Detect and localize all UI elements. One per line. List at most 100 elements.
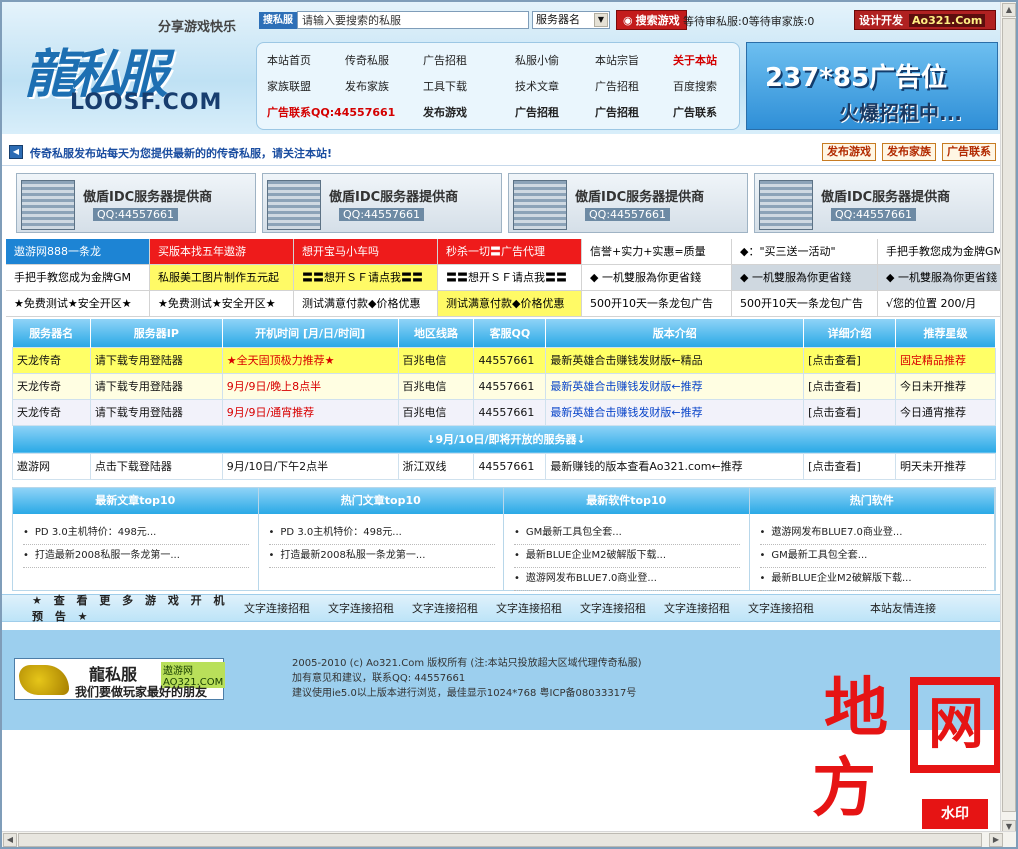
list-item[interactable]: 最新BLUE企业M2破解版下载... [759,568,986,591]
footer-logo[interactable]: 龍私服 遨游网 AO321.COM 我们要做玩家最好的朋友 [14,658,226,700]
table-cell: 9月/10日/下午2点半 [221,452,399,480]
search-button[interactable]: ◉ 搜索游戏 [616,10,687,30]
table-cell[interactable]: 天龙传奇 [12,398,91,426]
nav-item[interactable]: 发布家族 [345,77,423,103]
text-link[interactable]: 〓〓想开ＳＦ请点我〓〓 [438,265,582,290]
text-link[interactable]: 〓〓想开ＳＦ请点我〓〓 [294,265,438,290]
text-link[interactable]: 测试满意付款◆价格优惠 [294,291,438,316]
text-ad-link[interactable]: 文字连接招租 [748,600,832,616]
list-item[interactable]: PD 3.0主机特价：498元... [268,522,495,545]
banner-ad[interactable]: 237*85广告位 火爆招租中... [746,42,998,130]
top10-title[interactable]: 最新文章top10 [13,488,258,514]
top10-title[interactable]: 热门文章top10 [258,488,503,514]
detail-link[interactable]: [点击查看] [803,372,897,400]
text-link[interactable]: 遨游网888一条龙 [6,239,150,264]
text-ad-link[interactable]: 文字连接招租 [412,600,496,616]
ad-contact-button[interactable]: 广告联系 [942,143,996,161]
table-cell[interactable]: 请下载专用登陆器 [89,372,223,400]
list-item[interactable]: PD 3.0主机特价：498元... [23,522,249,545]
top10-title[interactable]: 热门软件 [749,488,994,514]
list-item[interactable]: 打造最新2008私服一条龙第一... [268,545,495,568]
list-item[interactable]: 遨游网发布BLUE7.0商业登... [514,568,740,591]
text-link[interactable]: ★免费测试★安全开区★ [6,291,150,316]
nav-item[interactable]: 家族联盟 [267,77,345,103]
text-link[interactable]: 想开宝马小车吗 [294,239,438,264]
list-item[interactable]: 打造最新2008私服一条龙第一... [23,545,249,568]
nav-item[interactable]: 关于本站 [673,51,745,77]
nav-item[interactable]: 广告招租 [515,103,595,129]
nav-item[interactable]: 本站宗旨 [595,51,673,77]
top10-title[interactable]: 最新软件top10 [504,488,749,514]
table-cell: 最新英雄合击赚钱发财版←推荐 [545,372,805,400]
nav-item[interactable]: 广告联系 [673,103,745,129]
text-ad-link[interactable]: 文字连接招租 [580,600,664,616]
scroll-right-icon[interactable]: ▶ [989,833,1003,847]
idc-ad[interactable]: 傲盾IDC服务器提供商 QQ:44557661 [754,173,994,233]
footer-logo-slogan: 我们要做玩家最好的朋友 [75,685,208,699]
nav-item[interactable]: 技术文章 [515,77,595,103]
text-ad-link[interactable]: 文字连接招租 [244,600,328,616]
idc-ad[interactable]: 傲盾IDC服务器提供商 QQ:44557661 [16,173,256,233]
text-link[interactable]: ★免费测试★安全开区★ [150,291,294,316]
table-cell[interactable]: 点击下载登陆器 [89,452,223,480]
text-link[interactable]: ◆："买三送一活动" [732,239,878,264]
friend-links[interactable]: 本站友情连接 [870,600,936,616]
idc-ad[interactable]: 傲盾IDC服务器提供商 QQ:44557661 [508,173,748,233]
text-link[interactable]: √您的位置 200/月 [878,291,1002,316]
text-link[interactable]: ◆ 一机雙服為你更省錢 [878,265,1002,290]
horizontal-scrollbar[interactable]: ◀ ▶ [2,831,1016,847]
text-ad-link[interactable]: 文字连接招租 [328,600,412,616]
site-logo[interactable]: 分享游戏快乐 龍私服 LOOSF.COM [8,10,248,128]
scroll-up-icon[interactable]: ▲ [1002,3,1016,17]
list-item[interactable]: 遨游网发布BLUE7.0商业登... [759,522,986,545]
text-link[interactable]: 手把手教您成为金牌GM [6,265,150,290]
detail-link[interactable]: [点击查看] [803,346,897,374]
table-cell[interactable]: 遨游网 [12,452,91,480]
text-link[interactable]: 500开10天一条龙包广告 [732,291,878,316]
text-ad-link[interactable]: 文字连接招租 [496,600,580,616]
table-cell: 44557661 [473,372,547,400]
vertical-scrollbar[interactable]: ▲ ▼ [1000,2,1016,835]
text-link[interactable]: 测试满意付款◆价格优惠 [438,291,582,316]
design-badge[interactable]: 设计开发 Ao321.Com [854,10,996,30]
list-item[interactable]: GM最新工具包全套... [514,522,740,545]
scroll-left-icon[interactable]: ◀ [3,833,17,847]
text-ad-link[interactable]: 文字连接招租 [664,600,748,616]
table-cell[interactable]: 请下载专用登陆器 [89,398,223,426]
more-games-link[interactable]: ★ 查 看 更 多 游 戏 开 机 预 告 ★ [32,592,244,624]
detail-link[interactable]: [点击查看] [803,398,897,426]
nav-item[interactable]: 百度搜索 [673,77,745,103]
nav-item[interactable]: 发布游戏 [423,103,515,129]
nav-item[interactable]: 传奇私服 [345,51,423,77]
list-item[interactable]: 最新BLUE企业M2破解版下载... [514,545,740,568]
text-link[interactable]: 500开10天一条龙包广告 [582,291,732,316]
publish-game-button[interactable]: 发布游戏 [822,143,876,161]
text-link[interactable]: 信誉+实力+实惠=质量 [582,239,732,264]
search-input[interactable] [297,11,529,29]
server-select[interactable]: 服务器名 ▼ [532,11,610,29]
nav-item[interactable]: 广告招租 [595,103,673,129]
idc-ad[interactable]: 傲盾IDC服务器提供商 QQ:44557661 [262,173,502,233]
text-link[interactable]: ◆ 一机雙服為你更省錢 [582,265,732,290]
nav-item[interactable]: 广告联系QQ:44557661 [267,103,423,129]
publish-family-button[interactable]: 发布家族 [882,143,936,161]
vertical-scroll-thumb[interactable] [1002,18,1016,812]
table-cell: 9月/9日/通宵推荐 [221,398,399,426]
text-link[interactable]: ◆ 一机雙服為你更省錢 [732,265,878,290]
text-link[interactable]: 手把手教您成为金牌GM [878,239,1002,264]
nav-item[interactable]: 广告招租 [423,51,515,77]
detail-link[interactable]: [点击查看] [803,452,897,480]
text-link[interactable]: 买版本找五年遨游 [150,239,294,264]
chevron-down-icon[interactable]: ▼ [594,13,608,27]
nav-item[interactable]: 本站首页 [267,51,345,77]
horizontal-scroll-thumb[interactable] [18,833,982,847]
nav-item[interactable]: 私服小偷 [515,51,595,77]
table-cell[interactable]: 请下载专用登陆器 [89,346,223,374]
nav-item[interactable]: 工具下载 [423,77,515,103]
table-cell[interactable]: 天龙传奇 [12,372,91,400]
table-cell[interactable]: 天龙传奇 [12,346,91,374]
nav-item[interactable]: 广告招租 [595,77,673,103]
text-link[interactable]: 私服美工图片制作五元起 [150,265,294,290]
list-item[interactable]: GM最新工具包全套... [759,545,986,568]
text-link[interactable]: 秒杀一切〓广告代理 [438,239,582,264]
